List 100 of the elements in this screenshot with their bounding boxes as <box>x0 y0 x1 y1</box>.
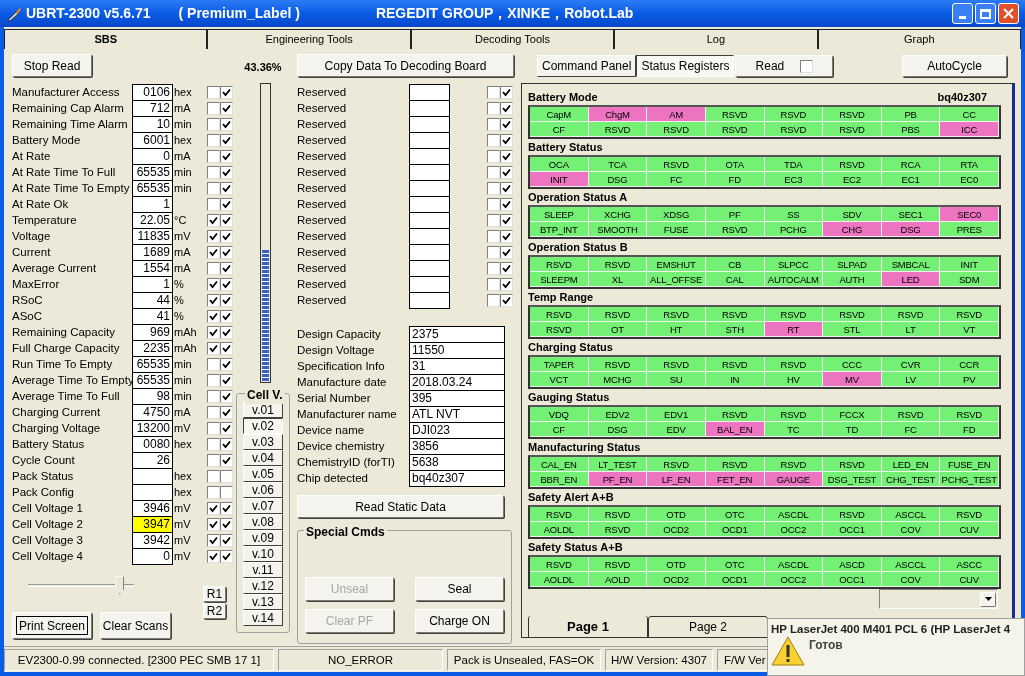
checkbox[interactable] <box>220 421 233 435</box>
checkbox[interactable] <box>207 341 220 355</box>
checkbox[interactable] <box>487 181 500 195</box>
checkbox[interactable] <box>220 389 233 403</box>
tab[interactable]: Graph <box>817 29 1022 50</box>
checkbox[interactable] <box>207 149 220 163</box>
checkbox[interactable] <box>500 85 513 99</box>
checkbox[interactable] <box>487 277 500 291</box>
maximize-icon[interactable] <box>975 3 996 25</box>
read-toggle[interactable]: Read <box>735 55 834 78</box>
checkbox[interactable] <box>207 421 220 435</box>
checkbox[interactable] <box>487 85 500 99</box>
checkbox[interactable] <box>487 149 500 163</box>
close-icon[interactable] <box>998 3 1019 25</box>
checkbox[interactable] <box>207 181 220 195</box>
checkbox[interactable] <box>487 165 500 179</box>
checkbox[interactable] <box>207 373 220 387</box>
checkbox[interactable] <box>220 517 233 531</box>
checkbox[interactable] <box>220 229 233 243</box>
checkbox[interactable] <box>220 501 233 515</box>
checkbox[interactable] <box>220 373 233 387</box>
checkbox[interactable] <box>487 293 500 307</box>
r-button[interactable]: R2 <box>203 603 226 620</box>
page-tab[interactable]: Page 2 <box>648 616 768 639</box>
checkbox[interactable] <box>500 197 513 211</box>
checkbox[interactable] <box>220 341 233 355</box>
checkbox[interactable] <box>220 197 233 211</box>
checkbox[interactable] <box>220 101 233 115</box>
checkbox[interactable] <box>500 261 513 275</box>
checkbox[interactable] <box>487 229 500 243</box>
checkbox[interactable] <box>207 293 220 307</box>
checkbox[interactable] <box>207 85 220 99</box>
checkbox[interactable] <box>207 117 220 131</box>
checkbox[interactable] <box>207 277 220 291</box>
tab[interactable]: Decoding Tools <box>410 29 615 50</box>
checkbox[interactable] <box>220 85 233 99</box>
checkbox[interactable] <box>207 309 220 323</box>
checkbox[interactable] <box>207 197 220 211</box>
clear-scans-button[interactable]: Clear Scans <box>100 612 171 640</box>
tab[interactable]: Engineering Tools <box>207 29 411 50</box>
checkbox[interactable] <box>220 245 233 259</box>
command-button[interactable]: Charge ON <box>415 609 504 634</box>
r-button[interactable]: R1 <box>203 586 226 603</box>
checkbox[interactable] <box>500 293 513 307</box>
checkbox[interactable] <box>220 325 233 339</box>
checkbox[interactable] <box>207 453 220 467</box>
checkbox[interactable] <box>500 133 513 147</box>
checkbox[interactable] <box>220 309 233 323</box>
checkbox[interactable] <box>207 437 220 451</box>
checkbox[interactable] <box>220 181 233 195</box>
checkbox[interactable] <box>220 437 233 451</box>
checkbox[interactable] <box>220 165 233 179</box>
checkbox[interactable] <box>207 357 220 371</box>
panel-tab[interactable]: Command Panel <box>537 55 637 78</box>
checkbox[interactable] <box>220 357 233 371</box>
checkbox[interactable] <box>207 517 220 531</box>
checkbox[interactable] <box>220 453 233 467</box>
checkbox[interactable] <box>220 133 233 147</box>
minimize-icon[interactable] <box>952 3 973 25</box>
checkbox[interactable] <box>220 485 233 499</box>
tab[interactable]: Log <box>614 29 818 50</box>
checkbox[interactable] <box>220 405 233 419</box>
checkbox[interactable] <box>487 245 500 259</box>
autocycle-button[interactable]: AutoCycle <box>902 55 1007 78</box>
checkbox[interactable] <box>487 261 500 275</box>
checkbox[interactable] <box>500 117 513 131</box>
printer-toast[interactable]: HP LaserJet 400 M401 PCL 6 (HP LaserJet 4 Готов <box>767 618 1025 676</box>
checkbox[interactable] <box>207 405 220 419</box>
checkbox[interactable] <box>500 277 513 291</box>
checkbox[interactable] <box>207 533 220 547</box>
checkbox[interactable] <box>500 229 513 243</box>
print-screen-button[interactable]: Print Screen <box>12 612 92 640</box>
checkbox[interactable] <box>207 389 220 403</box>
checkbox[interactable] <box>220 549 233 563</box>
checkbox[interactable] <box>207 229 220 243</box>
checkbox[interactable] <box>220 469 233 483</box>
checkbox[interactable] <box>500 101 513 115</box>
checkbox[interactable] <box>220 117 233 131</box>
checkbox[interactable] <box>500 213 513 227</box>
read-static-data-button[interactable]: Read Static Data <box>297 495 504 519</box>
tab[interactable]: SBS <box>4 29 208 50</box>
checkbox[interactable] <box>487 101 500 115</box>
dropdown[interactable] <box>879 589 998 610</box>
checkbox[interactable] <box>220 293 233 307</box>
checkbox[interactable] <box>207 165 220 179</box>
checkbox[interactable] <box>220 149 233 163</box>
checkbox[interactable] <box>220 213 233 227</box>
checkbox[interactable] <box>800 59 814 73</box>
checkbox[interactable] <box>207 245 220 259</box>
checkbox[interactable] <box>207 325 220 339</box>
checkbox[interactable] <box>207 469 220 483</box>
stop-read-button[interactable]: Stop Read <box>12 54 92 78</box>
command-button[interactable]: Seal <box>415 577 504 602</box>
checkbox[interactable] <box>220 261 233 275</box>
checkbox[interactable] <box>487 213 500 227</box>
checkbox[interactable] <box>500 245 513 259</box>
checkbox[interactable] <box>207 549 220 563</box>
checkbox[interactable] <box>220 277 233 291</box>
checkbox[interactable] <box>500 181 513 195</box>
copy-data-button[interactable]: Copy Data To Decoding Board <box>297 54 514 78</box>
